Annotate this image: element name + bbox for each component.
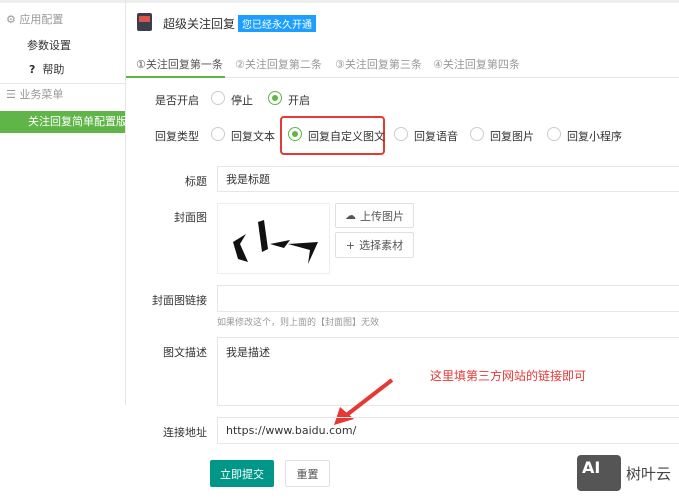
radio-stop-label[interactable]: 停止 <box>231 92 253 108</box>
radio-image[interactable] <box>470 127 484 141</box>
section-label: 应用配置 <box>19 13 64 26</box>
tab-4[interactable]: ④关注回复第四条 <box>433 56 520 72</box>
section-label: 业务菜单 <box>19 88 64 101</box>
page-title: 超级关注回复 <box>163 17 236 31</box>
cover-label: 封面图 <box>174 211 207 224</box>
status-badge: 您已经永久开通 <box>238 15 316 32</box>
upload-image-button[interactable]: ☁ 上传图片 <box>335 203 414 228</box>
radio-miniprogram-label[interactable]: 回复小程序 <box>567 128 622 144</box>
divider <box>0 83 125 84</box>
app-icon <box>137 13 152 31</box>
radio-custom-news-label[interactable]: 回复自定义图文 <box>308 128 385 144</box>
tab-1[interactable]: ①关注回复第一条 <box>136 56 223 72</box>
cloud-upload-icon: ☁ <box>345 209 356 222</box>
title-input[interactable]: 我是标题 <box>217 166 679 192</box>
watermark-logo: AI <box>577 455 621 491</box>
sidebar: ⚙ 应用配置 参数设置 ? 帮助 ☰ 业务菜单 关注回复简单配置版 <box>0 0 127 405</box>
submit-button[interactable]: 立即提交 <box>210 460 274 487</box>
url-input[interactable]: https://www.baidu.com/ <box>217 417 679 444</box>
sidebar-section-app-config[interactable]: ⚙ 应用配置 <box>0 10 125 30</box>
sidebar-section-business-menu[interactable]: ☰ 业务菜单 <box>0 85 125 105</box>
list-icon: ☰ <box>6 88 16 101</box>
reset-button[interactable]: 重置 <box>285 460 330 487</box>
annotation-text: 这里填第三方网站的链接即可 <box>430 369 587 383</box>
sidebar-item-follow-reply[interactable]: 关注回复简单配置版 <box>0 111 127 133</box>
radio-image-label[interactable]: 回复图片 <box>490 128 534 144</box>
cover-link-hint: 如果修改这个，则上面的【封面图】无效 <box>217 318 380 328</box>
upload-label: 上传图片 <box>360 209 404 223</box>
tab-2[interactable]: ②关注回复第二条 <box>235 56 322 72</box>
help-icon: ? <box>29 63 36 76</box>
tab-3[interactable]: ③关注回复第三条 <box>335 56 422 72</box>
title-label: 标题 <box>185 175 207 188</box>
desc-label: 图文描述 <box>163 346 207 359</box>
radio-text-label[interactable]: 回复文本 <box>231 128 275 144</box>
help-label: 帮助 <box>42 63 65 76</box>
url-label: 连接地址 <box>163 426 207 439</box>
cover-link-label: 封面图链接 <box>152 294 207 307</box>
gear-icon: ⚙ <box>6 13 16 26</box>
radio-stop[interactable] <box>211 91 225 105</box>
radio-miniprogram[interactable] <box>547 127 561 141</box>
radio-voice[interactable] <box>394 127 408 141</box>
sidebar-item-params[interactable]: 参数设置 <box>0 36 125 56</box>
type-label: 回复类型 <box>155 130 199 143</box>
enable-label: 是否开启 <box>155 94 199 107</box>
tab-active-indicator <box>126 76 225 78</box>
plus-icon: + <box>345 238 356 252</box>
radio-voice-label[interactable]: 回复语音 <box>414 128 458 144</box>
radio-start[interactable] <box>268 91 282 105</box>
radio-custom-news[interactable] <box>288 127 302 141</box>
tab-bar: ①关注回复第一条 ②关注回复第二条 ③关注回复第三条 ④关注回复第四条 <box>126 50 679 78</box>
watermark-text: 树叶云 <box>626 465 672 483</box>
select-label: 选择素材 <box>359 239 404 252</box>
select-material-button[interactable]: + 选择素材 <box>335 232 414 258</box>
radio-start-label[interactable]: 开启 <box>288 92 310 108</box>
radio-text[interactable] <box>211 127 225 141</box>
cover-link-input[interactable] <box>217 285 679 312</box>
cover-image <box>217 203 330 274</box>
sidebar-item-help[interactable]: ? 帮助 <box>0 60 125 80</box>
